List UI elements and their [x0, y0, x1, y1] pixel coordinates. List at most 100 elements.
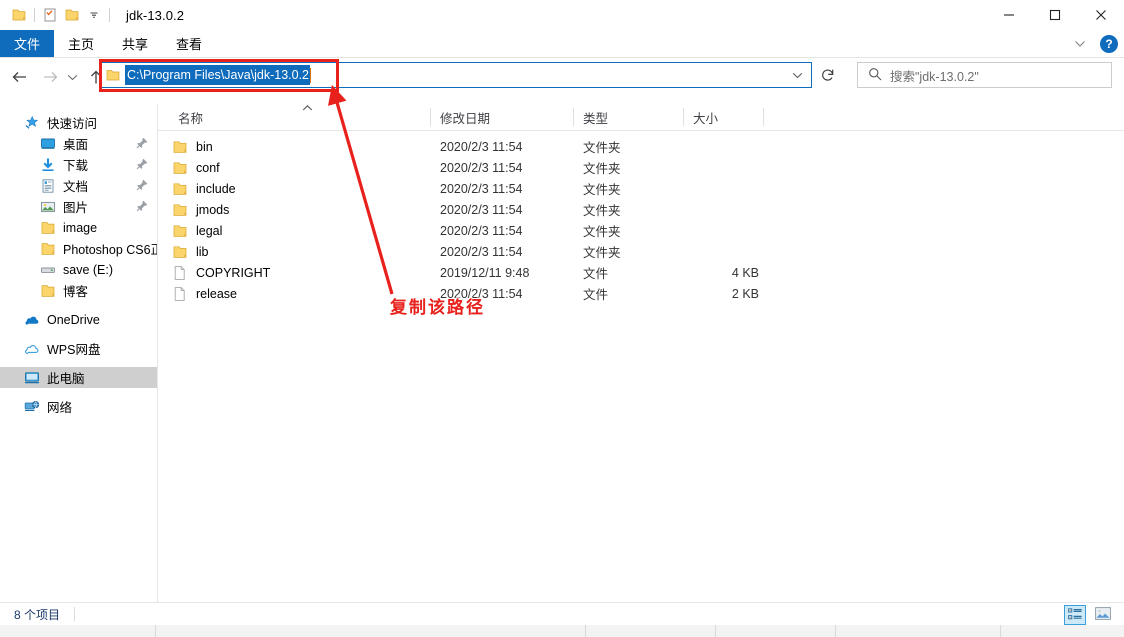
sidebar-item-wps-cloud[interactable]: WPS网盘: [0, 338, 157, 359]
row-type-cell: 文件夹: [583, 183, 621, 197]
sidebar-item-blog[interactable]: 博客: [0, 280, 157, 301]
sidebar-item-downloads[interactable]: 下载: [0, 154, 157, 175]
search-input[interactable]: 搜索"jdk-13.0.2": [857, 62, 1112, 88]
window-controls: [986, 0, 1124, 30]
column-header-size-label: 大小: [693, 111, 719, 126]
file-explorer-window: jdk-13.0.2 文件 主页 共享 查看 ? C:\Program File…: [0, 0, 1124, 637]
tab-share[interactable]: 共享: [108, 30, 162, 57]
sidebar-item-label: 快速访问: [47, 117, 98, 131]
bg-cell: [835, 625, 1000, 637]
column-header-spacer[interactable]: [763, 104, 783, 130]
address-dropdown-chevron-icon[interactable]: [783, 63, 811, 87]
wps-cloud-icon: [24, 341, 40, 357]
bg-cell: [0, 625, 155, 637]
sidebar-item-photoshop[interactable]: Photoshop CS6正…: [0, 238, 157, 259]
column-header-size[interactable]: 大小: [683, 104, 763, 130]
tab-home-label: 主页: [68, 37, 95, 52]
column-divider[interactable]: [573, 108, 574, 126]
row-date-cell: 2020/2/3 11:54: [440, 160, 523, 175]
pin-icon[interactable]: [135, 199, 149, 213]
sidebar-item-quick-access[interactable]: 快速访问: [0, 112, 157, 133]
back-arrow-icon[interactable]: [6, 63, 34, 91]
sidebar-item-image[interactable]: image: [0, 217, 157, 238]
column-header-type[interactable]: 类型: [573, 104, 683, 130]
bg-cell: [715, 625, 835, 637]
help-label: ?: [1105, 36, 1113, 51]
folder-icon: [172, 139, 188, 155]
sidebar-item-pictures[interactable]: 图片: [0, 196, 157, 217]
item-count-label: 8 个项目: [14, 607, 61, 622]
column-headers: 名称 修改日期 类型 大小: [158, 104, 1124, 131]
close-icon[interactable]: [1078, 0, 1124, 30]
sidebar-item-onedrive[interactable]: OneDrive: [0, 309, 157, 330]
row-date-cell: 2020/2/3 11:54: [440, 181, 523, 196]
table-row[interactable]: COPYRIGHT 2019/12/11 9:48 文件 4 KB: [158, 262, 1124, 283]
table-row[interactable]: lib 2020/2/3 11:54 文件夹: [158, 241, 1124, 262]
file-icon: [172, 265, 188, 281]
table-row[interactable]: conf 2020/2/3 11:54 文件夹: [158, 157, 1124, 178]
recent-locations-chevron-icon[interactable]: [62, 63, 82, 91]
pin-icon[interactable]: [135, 157, 149, 171]
properties-icon[interactable]: [39, 4, 61, 26]
sidebar-item-documents[interactable]: 文档: [0, 175, 157, 196]
table-row[interactable]: include 2020/2/3 11:54 文件夹: [158, 178, 1124, 199]
address-path-text: C:\Program Files\Java\jdk-13.0.2: [125, 65, 311, 85]
column-divider[interactable]: [430, 108, 431, 126]
address-input[interactable]: C:\Program Files\Java\jdk-13.0.2: [101, 63, 783, 87]
folder-icon: [40, 241, 56, 257]
sidebar-top-gap: [0, 104, 157, 112]
row-type-cell: 文件: [583, 288, 609, 302]
table-row[interactable]: legal 2020/2/3 11:54 文件夹: [158, 220, 1124, 241]
tab-view[interactable]: 查看: [162, 30, 216, 57]
folder-icon: [172, 223, 188, 239]
sidebar-gap-3: [0, 359, 157, 367]
column-divider[interactable]: [683, 108, 684, 126]
quick-access-toolbar: [0, 0, 114, 30]
text-caret: [310, 67, 312, 83]
folder-icon[interactable]: [8, 4, 30, 26]
details-view-button[interactable]: [1064, 605, 1086, 625]
table-row[interactable]: bin 2020/2/3 11:54 文件夹: [158, 136, 1124, 157]
refresh-icon[interactable]: [813, 62, 842, 88]
column-divider[interactable]: [763, 108, 764, 126]
folder-icon: [105, 67, 121, 83]
folder-icon: [172, 181, 188, 197]
tab-home[interactable]: 主页: [54, 30, 108, 57]
maximize-icon[interactable]: [1032, 0, 1078, 30]
sidebar-item-this-pc[interactable]: 此电脑: [0, 367, 157, 388]
network-icon: [24, 399, 40, 415]
background-window-sliver: [0, 625, 1124, 637]
column-header-name[interactable]: 名称: [168, 104, 430, 130]
sidebar-item-desktop[interactable]: 桌面: [0, 133, 157, 154]
status-bar: 8 个项目: [0, 602, 1124, 625]
bg-cell: [155, 625, 585, 637]
sort-ascending-icon: [302, 103, 313, 115]
row-name-label: bin: [196, 139, 213, 154]
tab-file[interactable]: 文件: [0, 30, 55, 57]
chevron-down-icon[interactable]: [1068, 33, 1092, 55]
pin-icon[interactable]: [135, 136, 149, 150]
row-name-label: conf: [196, 160, 220, 175]
sidebar-item-save-drive[interactable]: save (E:): [0, 259, 157, 280]
address-bar[interactable]: C:\Program Files\Java\jdk-13.0.2: [100, 62, 812, 88]
row-date-cell: 2020/2/3 11:54: [440, 202, 523, 217]
tab-share-label: 共享: [122, 37, 149, 52]
table-row[interactable]: release 2020/2/3 11:54 文件 2 KB: [158, 283, 1124, 304]
minimize-icon[interactable]: [986, 0, 1032, 30]
details-view-icon: [1068, 607, 1082, 623]
column-header-date-modified[interactable]: 修改日期: [430, 104, 570, 130]
window-title: jdk-13.0.2: [126, 7, 185, 23]
downloads-icon: [40, 157, 56, 173]
sidebar-item-network[interactable]: 网络: [0, 396, 157, 417]
new-folder-icon[interactable]: [61, 4, 83, 26]
row-type-cell: 文件夹: [583, 225, 621, 239]
ribbon-tabs: 文件 主页 共享 查看: [0, 30, 1124, 57]
help-icon[interactable]: ?: [1100, 34, 1118, 53]
row-name-cell: jmods: [172, 202, 229, 218]
row-name-label: release: [196, 286, 237, 301]
table-row[interactable]: jmods 2020/2/3 11:54 文件夹: [158, 199, 1124, 220]
pin-icon[interactable]: [135, 178, 149, 192]
row-type-cell: 文件夹: [583, 246, 621, 260]
large-icons-view-button[interactable]: [1092, 605, 1114, 625]
customize-chevron-icon[interactable]: [83, 4, 105, 26]
